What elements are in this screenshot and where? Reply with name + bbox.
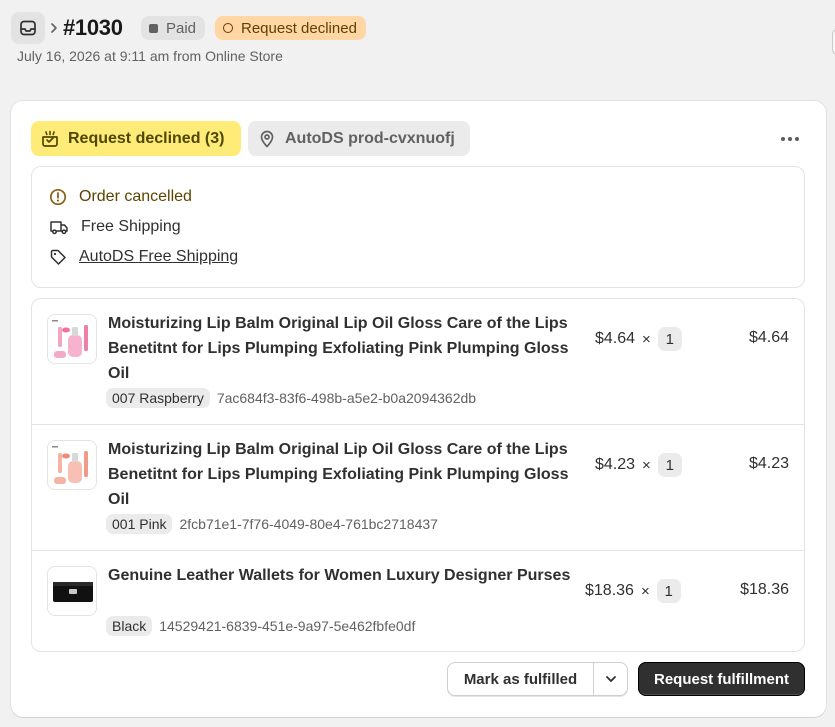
paid-dot-icon xyxy=(149,23,158,33)
card-actions: Mark as fulfilled Request fulfillment xyxy=(447,662,805,696)
request-fulfillment-button[interactable]: Request fulfillment xyxy=(638,662,805,696)
line-item: Genuine Leather Wallets for Women Luxury… xyxy=(32,551,804,651)
lip-gloss-product-image xyxy=(48,441,96,489)
product-title[interactable]: Genuine Leather Wallets for Women Luxury… xyxy=(108,563,578,588)
unit-price: $4.23 xyxy=(595,456,636,473)
lip-gloss-product-image xyxy=(48,315,96,363)
shipping-rate-row: AutoDS Free Shipping xyxy=(49,246,238,268)
product-title[interactable]: Moisturizing Lip Balm Original Lip Oil G… xyxy=(108,311,578,386)
dot-icon xyxy=(795,137,799,141)
unit-price: $18.36 xyxy=(585,582,634,599)
fulfillment-status-label: Request declined xyxy=(241,19,357,37)
price-quantity: $4.23 × 1 xyxy=(595,453,682,477)
breadcrumb-chevron-icon xyxy=(51,23,57,33)
variant-badge: 007 Raspberry xyxy=(106,388,210,408)
price-quantity: $18.36 × 1 xyxy=(585,579,681,603)
mark-as-fulfilled-button[interactable]: Mark as fulfilled xyxy=(448,663,594,695)
shipping-rate-link[interactable]: AutoDS Free Shipping xyxy=(79,248,238,266)
payment-status-badge: Paid xyxy=(141,16,206,40)
chevron-down-icon xyxy=(605,676,616,682)
order-cancelled-row: Order cancelled xyxy=(49,186,192,208)
fulfillment-info-box: Order cancelled Free Shipping AutoDS Fre… xyxy=(31,166,805,288)
alert-circle-icon xyxy=(49,188,67,206)
quantity-badge: 1 xyxy=(657,453,682,477)
location-chip: AutoDS prod-cvxnuofj xyxy=(248,121,470,156)
variant-line: 007 Raspberry 7ac684f3-83f6-498b-a5e2-b0… xyxy=(106,387,476,409)
mark-fulfilled-dropdown-button[interactable] xyxy=(594,663,627,695)
delivery-truck-icon xyxy=(50,221,68,235)
dot-icon xyxy=(781,137,785,141)
line-total: $4.64 xyxy=(748,329,789,346)
sku-text: 14529421-6839-451e-9a97-5e462fbfe0df xyxy=(159,618,416,634)
product-thumbnail[interactable] xyxy=(47,440,97,490)
location-chip-label: AutoDS prod-cvxnuofj xyxy=(285,129,455,147)
unit-price: $4.64 xyxy=(595,330,636,347)
location-pin-icon xyxy=(260,130,274,147)
status-ring-icon xyxy=(223,23,233,33)
orders-inbox-button[interactable] xyxy=(11,12,45,44)
line-total: $18.36 xyxy=(740,581,789,598)
fulfillment-status-badge: Request declined xyxy=(215,16,366,40)
sku-text: 2fcb71e1-7f76-4049-80e4-761bc2718437 xyxy=(179,516,438,532)
payment-status-label: Paid xyxy=(166,19,197,37)
more-actions-button[interactable] xyxy=(776,127,804,151)
multiply-sign: × xyxy=(640,582,650,600)
multiply-sign: × xyxy=(642,456,651,474)
line-item: Moisturizing Lip Balm Original Lip Oil G… xyxy=(32,299,804,425)
fulfillment-card: Request declined (3) AutoDS prod-cvxnuof… xyxy=(11,101,826,717)
line-total: $4.23 xyxy=(748,455,789,472)
shipping-method-text: Free Shipping xyxy=(81,218,181,235)
order-cancelled-text: Order cancelled xyxy=(79,188,192,205)
inbox-icon xyxy=(20,20,36,36)
variant-line: 001 Pink 2fcb71e1-7f76-4049-80e4-761bc27… xyxy=(106,513,438,535)
price-quantity: $4.64 × 1 xyxy=(595,327,682,351)
order-header: #1030 Paid Request declined July 16, 202… xyxy=(11,12,835,72)
quantity-badge: 1 xyxy=(656,579,681,603)
tag-icon xyxy=(50,249,66,265)
wallet-product-image xyxy=(48,567,96,615)
product-thumbnail[interactable] xyxy=(47,314,97,364)
sku-text: 7ac684f3-83f6-498b-a5e2-b0a2094362db xyxy=(216,390,477,406)
product-thumbnail[interactable] xyxy=(47,566,97,616)
variant-badge: Black xyxy=(106,616,153,636)
request-declined-chip-label: Request declined (3) xyxy=(68,129,225,147)
order-meta: July 16, 2026 at 9:11 am from Online Sto… xyxy=(17,48,283,64)
line-item: Moisturizing Lip Balm Original Lip Oil G… xyxy=(32,425,804,551)
variant-line: Black 14529421-6839-451e-9a97-5e462fbfe0… xyxy=(106,615,415,637)
fulfillment-box-icon xyxy=(42,130,58,147)
dot-icon xyxy=(788,137,792,141)
multiply-sign: × xyxy=(642,330,651,348)
variant-badge: 001 Pink xyxy=(106,514,173,534)
request-declined-chip: Request declined (3) xyxy=(31,121,241,156)
page-title: #1030 xyxy=(63,15,123,40)
quantity-badge: 1 xyxy=(657,327,682,351)
product-title[interactable]: Moisturizing Lip Balm Original Lip Oil G… xyxy=(108,437,578,512)
shipping-row: Free Shipping xyxy=(49,216,181,238)
line-items-list: Moisturizing Lip Balm Original Lip Oil G… xyxy=(31,298,805,652)
mark-fulfilled-split-button: Mark as fulfilled xyxy=(447,662,628,696)
